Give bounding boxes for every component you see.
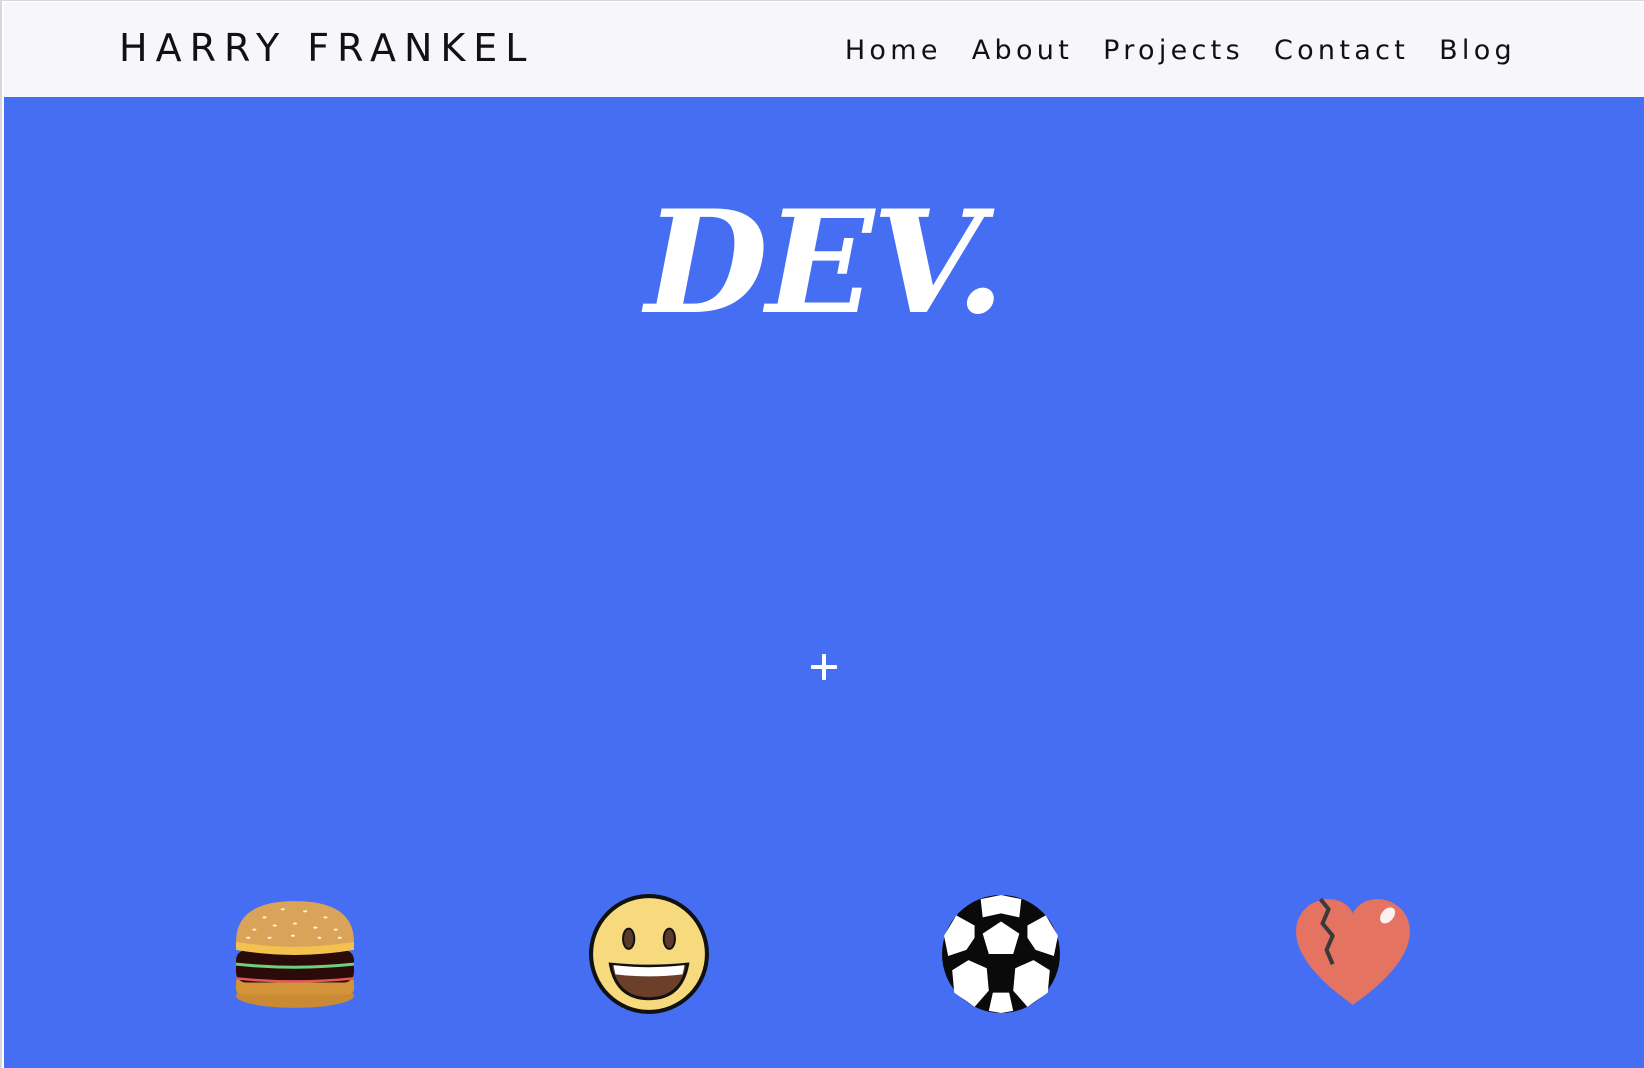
nav-link-blog[interactable]: Blog: [1439, 35, 1516, 66]
hero-title: DEV.: [644, 180, 1005, 346]
nav-link-about[interactable]: About: [972, 35, 1073, 66]
hero-section: DEV.: [4, 97, 1644, 1068]
nav-link-contact[interactable]: Contact: [1274, 35, 1409, 66]
hamburger-icon: [234, 893, 356, 1015]
page: HARRY FRANKEL Home About Projects Contac…: [0, 0, 1644, 1068]
soccer-ball-icon: [940, 893, 1062, 1015]
nav-menu: Home About Projects Contact Blog: [845, 35, 1516, 66]
brand-logo[interactable]: HARRY FRANKEL: [119, 26, 534, 70]
navbar: HARRY FRANKEL Home About Projects Contac…: [4, 2, 1644, 97]
nav-link-projects[interactable]: Projects: [1103, 35, 1244, 66]
plus-icon[interactable]: [811, 654, 837, 680]
broken-heart-icon: [1292, 893, 1414, 1015]
nav-link-home[interactable]: Home: [845, 35, 942, 66]
grinning-face-icon: [588, 893, 710, 1015]
